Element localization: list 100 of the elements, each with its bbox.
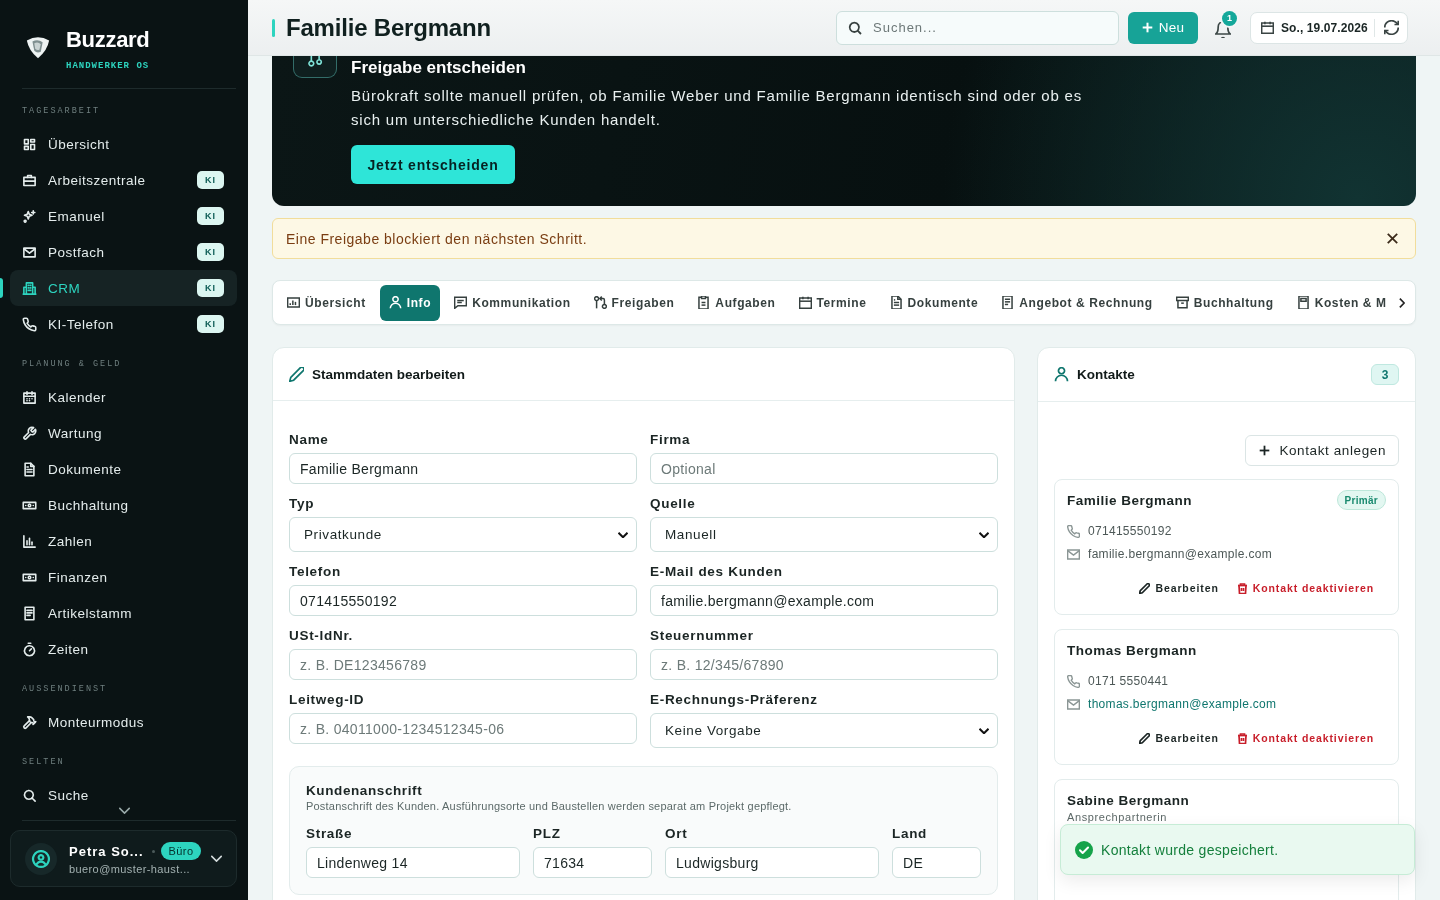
field-label: Telefon <box>289 564 342 580</box>
toast-message: Kontakt wurde gespeichert. <box>1101 841 1279 858</box>
tab[interactable]: Übersicht <box>278 284 375 321</box>
alert-text: Eine Freigabe blockiert den nächsten Schritt. <box>286 230 588 247</box>
hammer-icon <box>22 714 37 730</box>
user-name: Petra So... <box>69 843 144 859</box>
sidebar-item[interactable]: Übersicht <box>10 126 237 162</box>
dropdown[interactable]: Keine Vorgabe <box>650 713 998 748</box>
text-field[interactable]: Ludwigsburg <box>665 847 879 878</box>
phone-icon <box>1067 674 1080 688</box>
sidebar-item[interactable]: Artikelstamm <box>10 595 237 631</box>
section-label: PLANUNG & GELD <box>21 358 123 370</box>
tab[interactable]: Kommunikation <box>445 284 580 321</box>
refresh-icon <box>1383 20 1399 35</box>
sidebar-item[interactable]: Dokumente <box>10 451 237 487</box>
dropdown[interactable]: Manuell <box>650 517 998 552</box>
text-field[interactable]: DE <box>892 847 981 878</box>
sidebar-item[interactable]: KI-Telefon KI <box>10 306 237 342</box>
edit-button[interactable]: Bearbeiten <box>1135 727 1223 749</box>
search-field[interactable]: Suchen... <box>836 10 1119 45</box>
sidebar-item[interactable]: Emanuel KI <box>10 198 237 234</box>
sidebar-item[interactable]: Zahlen <box>10 523 237 559</box>
card-title: Stammdaten bearbeiten <box>312 366 467 382</box>
sidebar-item[interactable]: Suche <box>10 777 237 813</box>
banner-text: Bürokraft sollte manuell prüfen, ob Familie Weber und Familie Bergmann identisch sind oder ob es sich um unterschiedliche Kunden handelt. <box>351 86 1084 130</box>
sidebar-item[interactable]: Finanzen <box>10 559 237 595</box>
accent-bar <box>272 18 275 37</box>
tab[interactable]: Aufgaben <box>688 284 785 321</box>
text-field[interactable]: Optional <box>650 453 998 484</box>
tab[interactable]: Dokumente <box>880 284 988 321</box>
field-label: Quelle <box>650 496 697 512</box>
document-icon <box>889 296 903 309</box>
trash-icon <box>1236 732 1248 744</box>
tab[interactable]: Buchhaltung <box>1166 284 1283 321</box>
sidebar-item[interactable]: Arbeitszentrale KI <box>10 162 237 198</box>
sidebar-item[interactable]: Monteurmodus <box>10 704 237 740</box>
pencil-icon <box>1139 582 1151 594</box>
decide-button[interactable]: Jetzt entscheiden <box>351 145 515 184</box>
chevron-down-icon[interactable] <box>119 807 130 814</box>
section-title: Kundenanschrift <box>306 783 424 799</box>
edit-button[interactable]: Bearbeiten <box>1135 577 1223 599</box>
text-field[interactable]: familie.bergmann@example.com <box>650 585 998 616</box>
sidebar-item[interactable]: Wartung <box>10 415 237 451</box>
grid-icon <box>22 136 37 152</box>
text-field[interactable]: z. B. 04011000-1234512345-06 <box>289 713 637 744</box>
deactivate-button[interactable]: Kontakt deaktivieren <box>1232 727 1378 749</box>
close-button[interactable] <box>1385 231 1399 246</box>
tab[interactable]: Info <box>379 284 441 321</box>
field-label: E-Rechnungs-Präferenz <box>650 692 819 708</box>
user-menu[interactable]: Petra So... Büro buero@muster-haust... <box>10 830 237 887</box>
contact-name: Thomas Bergmann <box>1067 642 1197 658</box>
sidebar-item[interactable]: Kalender <box>10 379 237 415</box>
tab[interactable]: Freigaben <box>584 284 684 321</box>
ai-badge: KI <box>197 171 224 189</box>
tab[interactable]: Kosten & M <box>1287 284 1396 321</box>
chevron-down-icon <box>979 531 989 538</box>
deactivate-button[interactable]: Kontakt deaktivieren <box>1232 577 1378 599</box>
field-label: E-Mail des Kunden <box>650 564 784 580</box>
calendar-icon <box>22 389 37 405</box>
text-field[interactable]: z. B. DE123456789 <box>289 649 637 680</box>
add-contact-button[interactable]: Kontakt anlegen <box>1245 435 1399 466</box>
brand-tagline: HANDWERKER OS <box>66 60 150 72</box>
email-link[interactable]: thomas.bergmann@example.com <box>1088 697 1277 711</box>
field-label: Typ <box>289 496 316 512</box>
sidebar-item[interactable]: Buchhaltung <box>10 487 237 523</box>
dropdown[interactable]: Privatkunde <box>289 517 637 552</box>
mail-icon <box>1067 547 1080 561</box>
phone-icon <box>1067 524 1080 538</box>
text-field[interactable]: Familie Bergmann <box>289 453 637 484</box>
contact-email: familie.bergmann@example.com <box>1088 547 1272 561</box>
user-icon <box>388 296 402 309</box>
text-field[interactable]: 071415550192 <box>289 585 637 616</box>
calendar-icon <box>1261 21 1274 34</box>
field-label: Name <box>289 432 330 448</box>
contact-phone: 071415550192 <box>1088 524 1172 538</box>
field-label: Firma <box>650 432 692 448</box>
banner-title: Freigabe entscheiden <box>351 58 526 78</box>
logo-icon <box>25 34 51 60</box>
chevron-down-icon <box>618 531 628 538</box>
ai-badge: KI <box>197 279 224 297</box>
primary-badge: Primär <box>1336 490 1386 510</box>
text-field[interactable]: 71634 <box>533 847 652 878</box>
wrench-icon <box>22 425 37 441</box>
sidebar-item[interactable]: Zeiten <box>10 631 237 667</box>
text-field[interactable]: z. B. 12/345/67890 <box>650 649 998 680</box>
tab[interactable]: Angebot & Rechnung <box>992 284 1162 321</box>
sidebar-item[interactable]: Postfach KI <box>10 234 237 270</box>
field-label: Ort <box>665 826 689 842</box>
field-label: Land <box>892 826 929 842</box>
ai-badge: KI <box>197 207 224 225</box>
section-label: AUSSENDIENST <box>21 683 109 695</box>
branch-icon <box>293 56 337 78</box>
selection-indicator <box>0 278 3 298</box>
trash-icon <box>1236 582 1248 594</box>
chevron-right-icon <box>1399 297 1405 308</box>
tab[interactable]: Termine <box>789 284 876 321</box>
text-field[interactable]: Lindenweg 14 <box>306 847 520 878</box>
date-button[interactable]: So., 19.07.2026 <box>1261 12 1368 43</box>
receipt-icon <box>1001 296 1015 309</box>
ai-badge: KI <box>197 243 224 261</box>
